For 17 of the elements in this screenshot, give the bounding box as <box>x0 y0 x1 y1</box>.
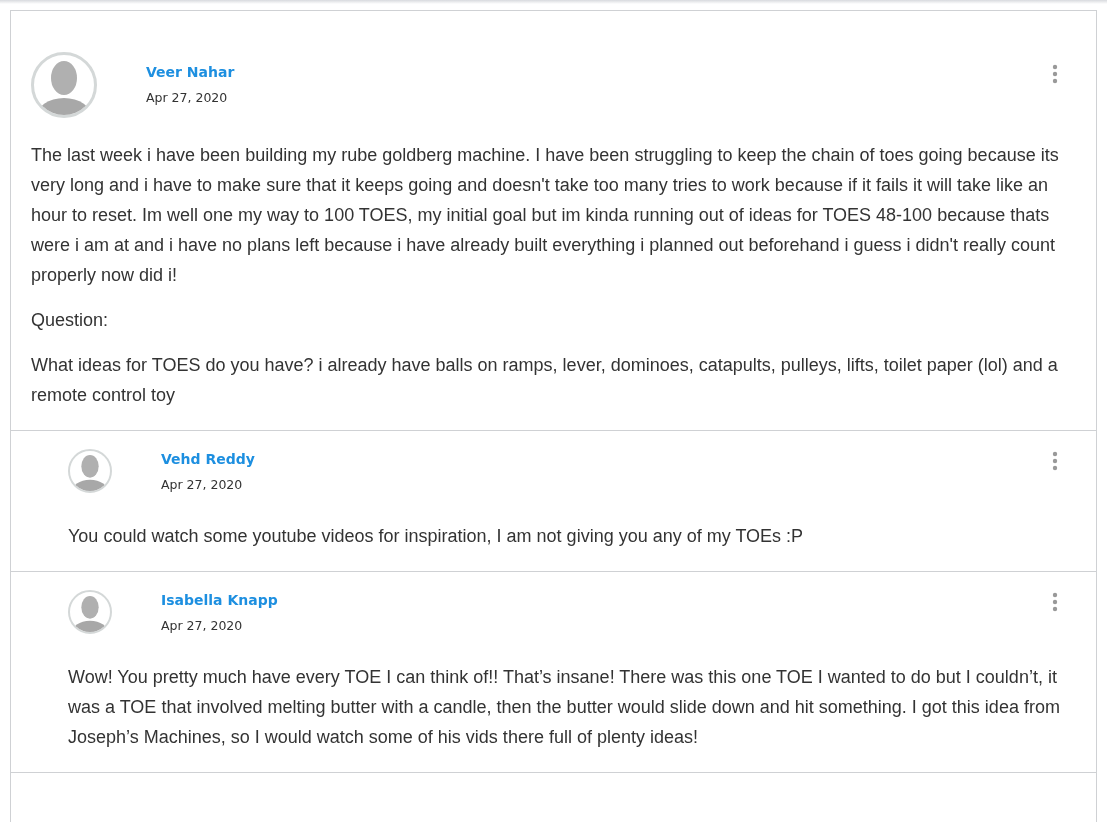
post-text: Question: <box>31 309 110 332</box>
post-date: Apr 27, 2020 <box>146 90 228 105</box>
reply-text: Wow! You pretty much have every TOE I can think of!! That’s insane! There was this one TOE I wanted to do but I couldn’t, it was a TOE that involved melting butter with a candle, then the butter would slide down and hit something. I got this idea from Joseph’s Machines, so I would watch some of his vids there full of plenty ideas! <box>68 666 1061 749</box>
post-text: What ideas for TOES do you have? i already have balls on ramps, lever, dominoes, catapults, pulleys, lifts, toilet paper (lol) and a remote control toy <box>31 354 1059 407</box>
more-options-icon[interactable] <box>1052 592 1058 612</box>
avatar-icon <box>68 590 112 634</box>
post-text: The last week i have been building my rube goldberg machine. I have been struggling to keep the chain of toes going because its very long and i have to make sure that it keeps going and doesn't take too many tries to work because if it fails it will take like an hour to reset. Im well one my way to 100 TOES, my initial goal but im kinda running out of ideas for TOES 48-100 because thats were i am at and i have no plans left because i have already built everything i planned out beforehand i guess i didn't really count properly now did i! <box>31 144 1060 287</box>
reply-text: You could watch some youtube videos for inspiration, I am not giving you any of my TOEs :P <box>68 525 805 548</box>
more-options-icon[interactable] <box>1052 451 1058 471</box>
author-name[interactable]: Isabella Knapp <box>161 592 278 608</box>
avatar-icon <box>68 449 112 493</box>
author-name[interactable]: Veer Nahar <box>146 64 235 80</box>
reply-date: Apr 27, 2020 <box>161 477 243 492</box>
author-name[interactable]: Vehd Reddy <box>161 451 255 467</box>
more-options-icon[interactable] <box>1052 64 1058 84</box>
avatar-icon <box>31 52 97 118</box>
reply-date: Apr 27, 2020 <box>161 618 243 633</box>
